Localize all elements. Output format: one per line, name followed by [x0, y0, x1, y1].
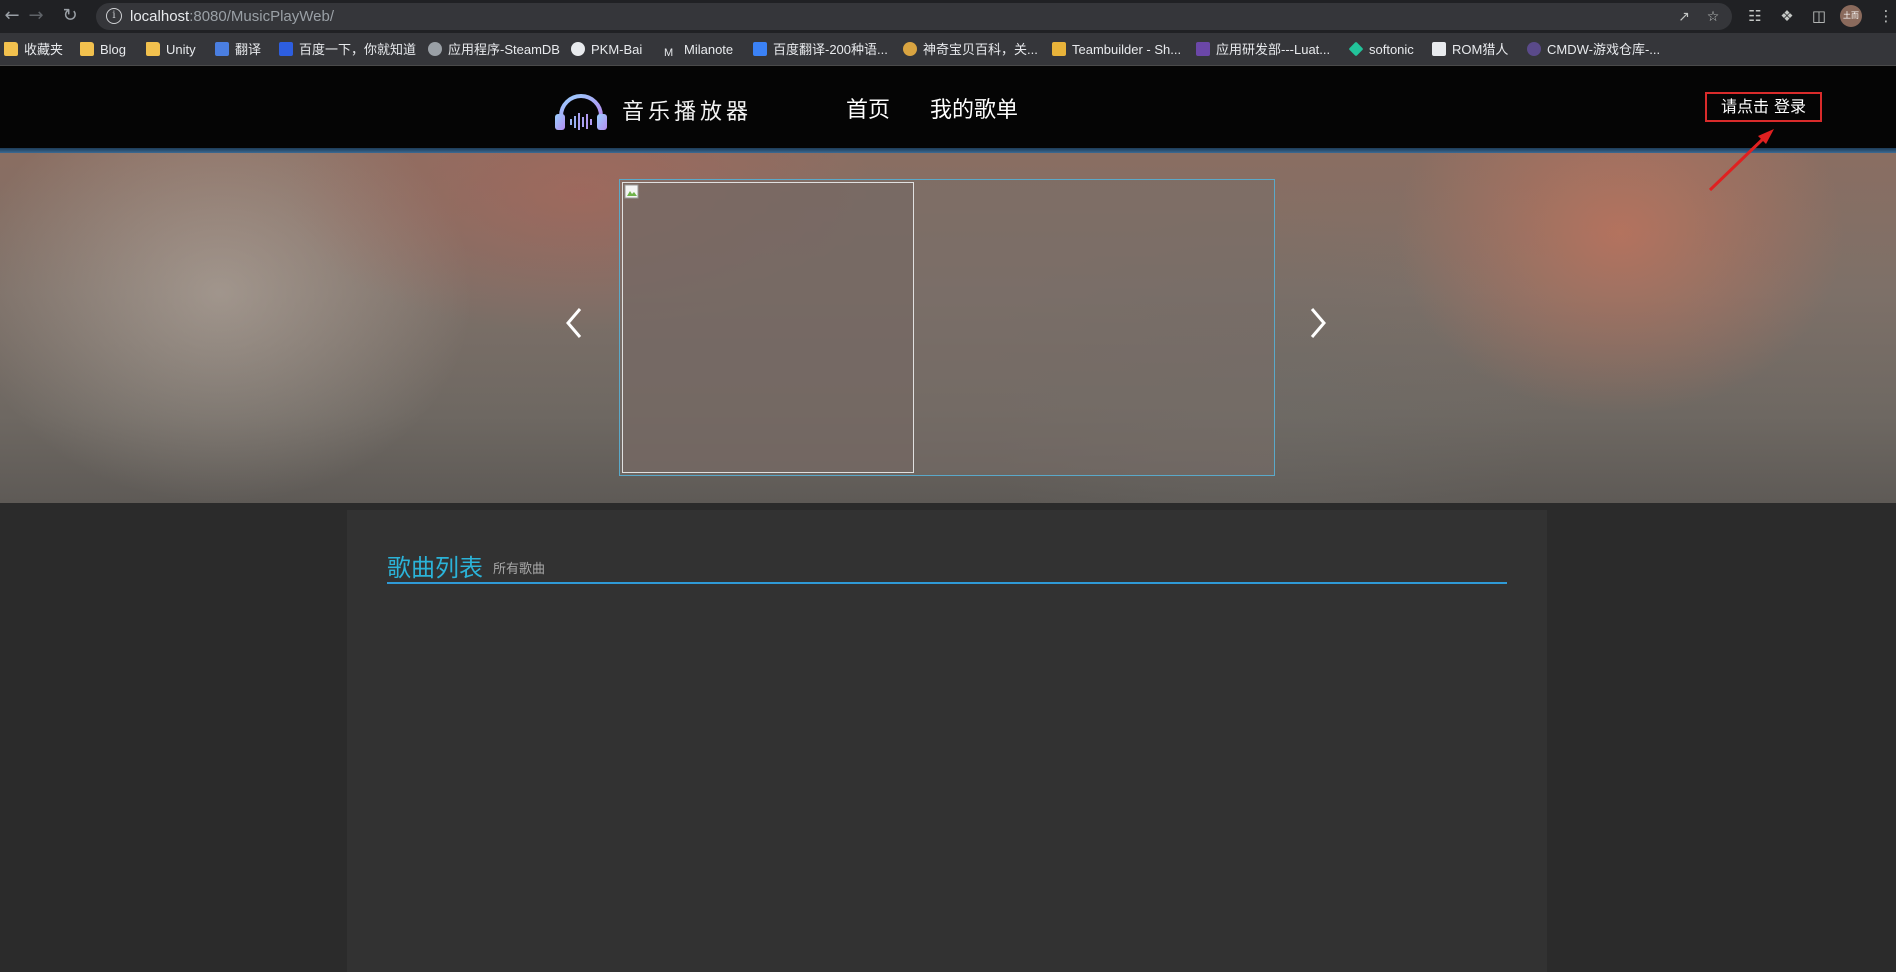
reload-icon[interactable]: ↻ — [58, 4, 82, 28]
forward-icon[interactable]: → — [24, 4, 48, 28]
nav-home[interactable]: 首页 — [846, 92, 890, 124]
hero-banner — [0, 153, 1896, 503]
bookmark-item[interactable]: 翻译 — [215, 41, 261, 59]
bookmark-item[interactable]: softonic — [1348, 41, 1414, 59]
broken-image-icon — [624, 184, 639, 199]
bookmark-item[interactable]: 应用研发部---Luat... — [1196, 41, 1330, 59]
folder-icon — [146, 42, 160, 56]
site-logo-text: 音乐播放器 — [622, 100, 753, 125]
bookmark-item[interactable]: 神奇宝贝百科，关... — [903, 41, 1038, 59]
extensions-icon[interactable]: ❖ — [1777, 6, 1797, 26]
side-panel-icon[interactable]: ◫ — [1809, 6, 1829, 26]
carousel-slide-image[interactable] — [622, 182, 914, 473]
folder-icon — [4, 42, 18, 56]
pokemon-icon — [903, 42, 917, 56]
menu-kebab-icon[interactable]: ⋮ — [1876, 6, 1896, 26]
bookmark-item[interactable]: M Milanote — [664, 41, 733, 59]
address-bar[interactable]: i localhost:8080/MusicPlayWeb/ ↗ ☆ — [96, 3, 1732, 30]
translate-icon — [215, 42, 229, 56]
back-icon[interactable]: ← — [0, 4, 24, 28]
section-divider — [387, 582, 1507, 584]
url-text[interactable]: localhost:8080/MusicPlayWeb/ — [130, 8, 334, 25]
luat-icon — [1196, 42, 1210, 56]
bookmark-item[interactable]: 百度一下，你就知道 — [279, 41, 416, 59]
bookmark-item[interactable]: Teambuilder - Sh... — [1052, 41, 1181, 59]
folder-icon — [80, 42, 94, 56]
github-icon — [571, 42, 585, 56]
steamdb-icon — [428, 42, 442, 56]
browser-toolbar: ← → ↻ i localhost:8080/MusicPlayWeb/ ↗ ☆… — [0, 0, 1896, 33]
cmdw-icon — [1527, 42, 1541, 56]
carousel — [619, 179, 1275, 476]
milanote-icon: M — [664, 47, 674, 59]
bookmark-item[interactable]: Blog — [80, 41, 126, 59]
baidu-translate-icon — [753, 42, 767, 56]
section-title: 歌曲列表 — [387, 554, 483, 582]
site-info-icon[interactable]: i — [106, 8, 122, 24]
carousel-prev-icon[interactable] — [560, 303, 590, 343]
bookmark-item[interactable]: 收藏夹 — [4, 41, 63, 59]
headphones-logo-icon — [555, 94, 607, 130]
bookmark-item[interactable]: 应用程序-SteamDB — [428, 41, 560, 59]
bookmarks-bar: 收藏夹 Blog Unity 翻译 百度一下，你就知道 应用程序-SteamDB… — [0, 33, 1896, 66]
rom-icon — [1432, 42, 1446, 56]
baidu-icon — [279, 42, 293, 56]
bookmark-star-icon[interactable]: ☆ — [1704, 8, 1722, 26]
profile-avatar[interactable]: 土而 — [1840, 5, 1862, 27]
song-list-panel: 歌曲列表 所有歌曲 — [347, 510, 1547, 972]
softonic-icon — [1348, 41, 1364, 57]
bookmark-item[interactable]: 百度翻译-200种语... — [753, 41, 888, 59]
database-icon[interactable]: ☷ — [1745, 6, 1765, 26]
showdown-icon — [1052, 42, 1066, 56]
site-header: 音乐播放器 首页 我的歌单 请点击 登录 — [0, 66, 1896, 148]
bookmark-item[interactable]: Unity — [146, 41, 196, 59]
bookmark-item[interactable]: PKM-Bai — [571, 41, 642, 59]
bookmark-item[interactable]: ROM猎人 — [1432, 41, 1508, 59]
nav-my-playlist[interactable]: 我的歌单 — [930, 92, 1018, 124]
login-button[interactable]: 请点击 登录 — [1705, 92, 1822, 122]
carousel-next-icon[interactable] — [1302, 303, 1332, 343]
section-subtitle: 所有歌曲 — [493, 562, 546, 577]
bookmark-item[interactable]: CMDW-游戏仓库-... — [1527, 41, 1660, 59]
share-icon[interactable]: ↗ — [1675, 8, 1693, 26]
